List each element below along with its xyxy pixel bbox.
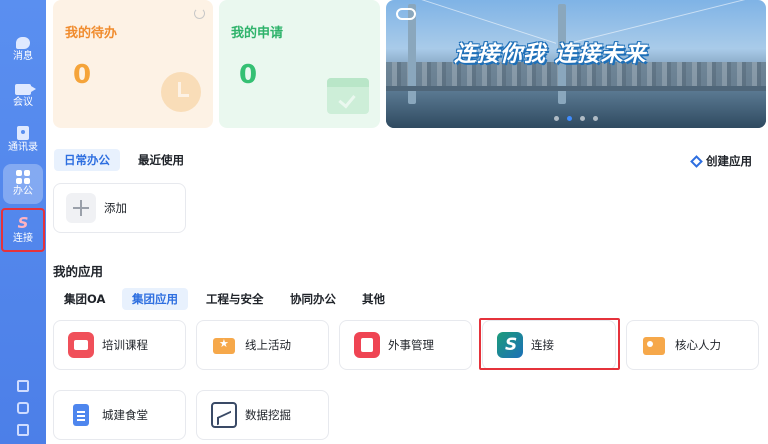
app-name: 核心人力 <box>675 338 721 352</box>
highlight-box <box>479 318 620 370</box>
calendar-check-icon <box>327 78 369 114</box>
sidebar-item-meetings[interactable]: 会议 <box>3 76 43 116</box>
app-tile-data-mining[interactable]: 数据挖掘 <box>196 390 329 440</box>
grid-small-icon[interactable] <box>17 424 29 436</box>
cube-icon[interactable] <box>17 402 29 414</box>
sidebar-item-contacts[interactable]: 通讯录 <box>3 120 43 160</box>
sidebar: 消息 会议 通讯录 办公 S 连接 <box>0 0 46 444</box>
app-tile-online-event[interactable]: 线上活动 <box>196 320 329 370</box>
app-tile-training[interactable]: 培训课程 <box>53 320 186 370</box>
refresh-icon[interactable] <box>194 8 205 19</box>
todo-card[interactable]: 我的待办 0 <box>53 0 213 128</box>
canteen-icon <box>68 402 94 428</box>
tab-group-oa[interactable]: 集团OA <box>54 288 115 310</box>
add-label: 添加 <box>104 201 127 215</box>
sidebar-item-label: 通讯录 <box>8 142 38 153</box>
contacts-icon <box>17 126 29 140</box>
app-tile-canteen[interactable]: 城建食堂 <box>53 390 186 440</box>
sidebar-item-messages[interactable]: 消息 <box>3 30 43 70</box>
tab-engineering-safety[interactable]: 工程与安全 <box>196 288 274 310</box>
app-name: 城建食堂 <box>102 408 148 422</box>
todo-count: 0 <box>73 60 92 90</box>
banner-carousel[interactable]: 连接你我 连接未来 <box>386 0 766 128</box>
todo-card-title: 我的待办 <box>65 26 118 41</box>
core-hr-icon <box>641 332 667 358</box>
carousel-dot-active[interactable] <box>567 116 572 121</box>
foreign-affairs-icon <box>354 332 380 358</box>
tab-group-apps[interactable]: 集团应用 <box>122 288 188 310</box>
calendar-icon[interactable] <box>17 380 29 392</box>
clock-icon <box>161 72 201 112</box>
apply-count: 0 <box>239 60 258 90</box>
bridge-deck <box>386 86 766 91</box>
sidebar-item-label: 消息 <box>13 51 33 62</box>
sidebar-item-label: 连接 <box>13 232 33 244</box>
sidebar-item-office[interactable]: 办公 <box>3 164 43 204</box>
carousel-dots <box>554 116 598 121</box>
create-app-label: 创建应用 <box>706 154 752 168</box>
banner-slogan: 连接你我 连接未来 <box>454 42 647 67</box>
app-name: 培训课程 <box>102 338 148 352</box>
training-course-icon <box>68 332 94 358</box>
plus-icon <box>66 193 96 223</box>
tab-recent[interactable]: 最近使用 <box>128 149 194 171</box>
app-name: 外事管理 <box>388 338 434 352</box>
app-root: 消息 会议 通讯录 办公 S 连接 我的待办 0 我的申请 0 连接你我 连接未… <box>0 0 768 444</box>
tab-daily-office[interactable]: 日常办公 <box>54 149 120 171</box>
banner-logo-icon <box>396 8 416 20</box>
tab-other[interactable]: 其他 <box>352 288 395 310</box>
online-event-icon <box>211 332 237 358</box>
apply-card[interactable]: 我的申请 0 <box>219 0 380 128</box>
apply-card-title: 我的申请 <box>231 26 284 41</box>
app-tile-core-hr[interactable]: 核心人力 <box>626 320 759 370</box>
message-icon <box>16 37 30 49</box>
office-grid-icon <box>16 170 30 184</box>
tab-collaboration[interactable]: 协同办公 <box>280 288 346 310</box>
meeting-icon <box>15 83 36 95</box>
my-apps-title: 我的应用 <box>53 264 104 279</box>
sidebar-item-connect[interactable]: S 连接 <box>1 208 45 252</box>
create-app-button[interactable]: 创建应用 <box>690 153 752 169</box>
carousel-dot[interactable] <box>580 116 585 121</box>
app-name: 线上活动 <box>245 338 291 352</box>
app-tile-foreign-affairs[interactable]: 外事管理 <box>339 320 472 370</box>
diamond-icon <box>690 154 703 168</box>
carousel-dot[interactable] <box>593 116 598 121</box>
carousel-dot[interactable] <box>554 116 559 121</box>
app-name: 数据挖掘 <box>245 408 291 422</box>
connect-icon: S <box>17 213 29 232</box>
sidebar-item-label: 办公 <box>13 186 33 197</box>
add-app-button[interactable]: 添加 <box>53 183 186 233</box>
data-mining-icon <box>211 402 237 428</box>
sidebar-item-label: 会议 <box>13 96 33 108</box>
